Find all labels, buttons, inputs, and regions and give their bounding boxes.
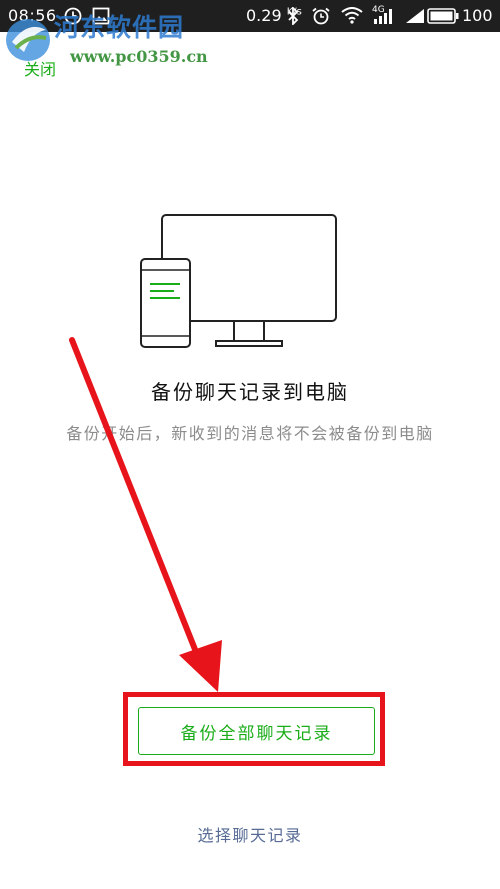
signal-icon (374, 9, 392, 24)
charging-indicator-icon (406, 9, 424, 23)
computer-phone-illustration (140, 214, 337, 348)
wifi-icon (341, 7, 363, 24)
close-button[interactable]: 关闭 (24, 56, 56, 80)
phone-icon (140, 258, 191, 348)
speed-value: 0.29 (246, 6, 282, 25)
select-chats-link[interactable]: 选择聊天记录 (0, 822, 500, 846)
battery-percent: 100 (462, 6, 493, 25)
page-subtitle: 备份开始后，新收到的消息将不会被备份到电脑 (66, 424, 434, 443)
bluetooth-icon (288, 7, 299, 25)
watermark-url: www.pc0359.cn (70, 47, 208, 66)
battery-icon (427, 8, 459, 24)
page-title: 备份聊天记录到电脑 (151, 380, 349, 404)
watermark-site-name: 河东软件园 (54, 13, 185, 42)
backup-all-button[interactable]: 备份全部聊天记录 (138, 707, 375, 755)
alarm-icon (312, 7, 330, 25)
